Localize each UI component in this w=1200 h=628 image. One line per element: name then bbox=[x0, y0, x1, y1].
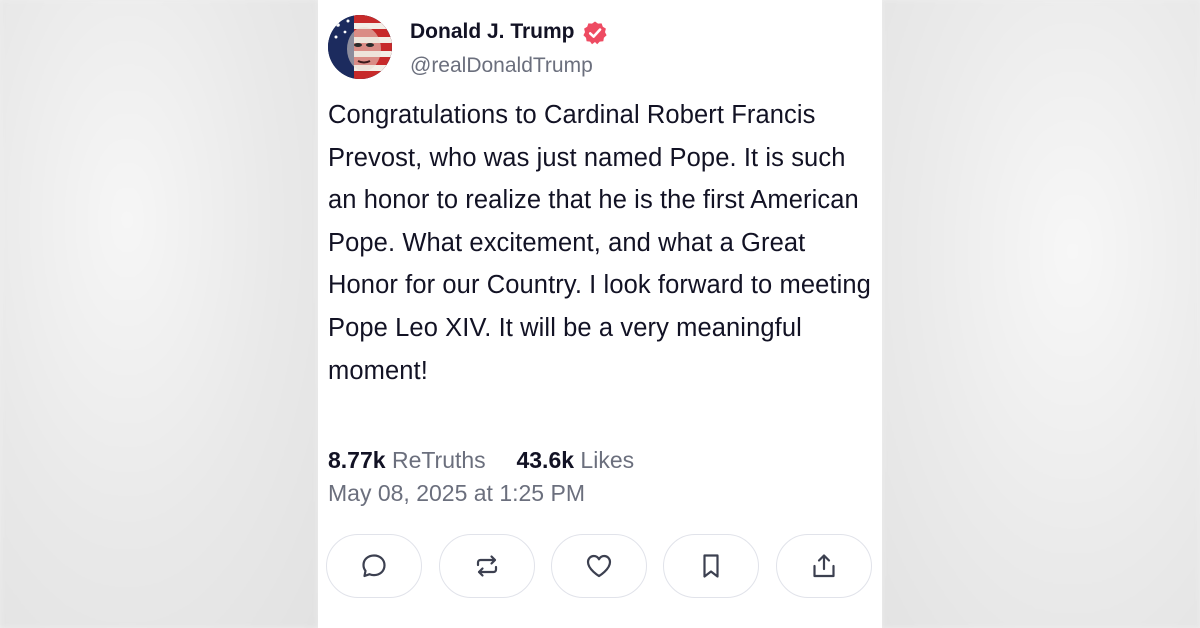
retruth-button[interactable] bbox=[439, 534, 535, 598]
share-icon bbox=[813, 554, 835, 578]
bookmark-button[interactable] bbox=[663, 534, 759, 598]
likes-label[interactable]: Likes bbox=[580, 447, 634, 473]
post-timestamp: May 08, 2025 at 1:25 PM bbox=[328, 480, 585, 506]
comment-icon bbox=[362, 554, 386, 578]
like-button[interactable] bbox=[551, 534, 647, 598]
blurred-background-left bbox=[0, 0, 318, 628]
avatar[interactable] bbox=[328, 15, 392, 79]
likes-count[interactable]: 43.6k bbox=[516, 447, 574, 473]
post-card: Donald J. Trump @realDonaldTrump Congrat… bbox=[318, 0, 882, 628]
action-bar bbox=[326, 534, 876, 600]
repost-icon bbox=[476, 555, 498, 577]
avatar-image bbox=[328, 15, 392, 79]
retruths-count[interactable]: 8.77k bbox=[328, 447, 386, 473]
blurred-background-right bbox=[882, 0, 1200, 628]
share-button[interactable] bbox=[776, 534, 872, 598]
author-name[interactable]: Donald J. Trump bbox=[410, 20, 575, 44]
heart-icon bbox=[586, 554, 612, 578]
reply-button[interactable] bbox=[326, 534, 422, 598]
retruths-label[interactable]: ReTruths bbox=[392, 447, 486, 473]
author-handle[interactable]: @realDonaldTrump bbox=[410, 54, 593, 78]
post-text: Congratulations to Cardinal Robert Franc… bbox=[328, 101, 871, 385]
bookmark-icon bbox=[703, 554, 719, 578]
verified-badge-icon bbox=[583, 21, 607, 45]
post-stats: 8.77k ReTruths 43.6k Likes bbox=[328, 447, 634, 474]
